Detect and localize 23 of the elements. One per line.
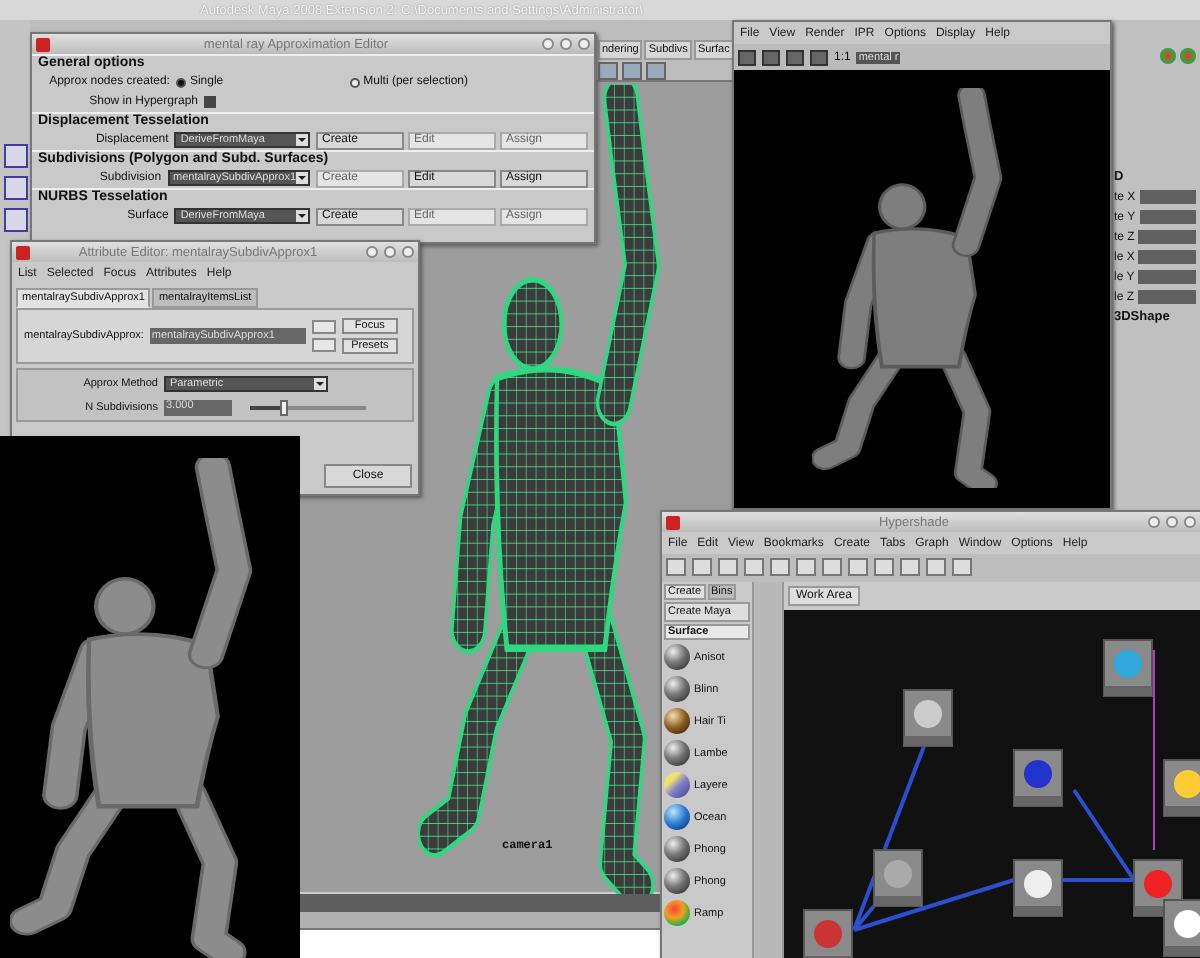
shader-node[interactable] [1163,759,1200,817]
app-icon [666,515,680,529]
checkbox[interactable] [204,96,216,108]
shader-node[interactable] [1013,859,1063,917]
app-icon [16,245,30,259]
channel-value-field[interactable] [1138,250,1196,264]
output-connection-button[interactable] [311,338,336,352]
app-icon [36,37,50,51]
channel-value-field[interactable] [1138,230,1196,244]
channel-value-field[interactable] [1139,190,1196,204]
shader-node[interactable] [1133,859,1183,917]
shader-node[interactable] [1163,899,1200,957]
tool-icon[interactable] [3,208,27,232]
slider-thumb[interactable] [280,399,289,415]
channel-value-field[interactable] [1138,270,1196,284]
shader-node[interactable] [873,849,923,907]
shader-node[interactable] [1013,749,1063,807]
shader-node[interactable] [903,689,953,747]
channel-value-field[interactable] [1139,210,1196,224]
shader-node[interactable] [1103,639,1153,697]
shader-node[interactable] [803,909,853,958]
input-connection-button[interactable] [311,320,336,334]
channel-value-field[interactable] [1138,290,1196,304]
